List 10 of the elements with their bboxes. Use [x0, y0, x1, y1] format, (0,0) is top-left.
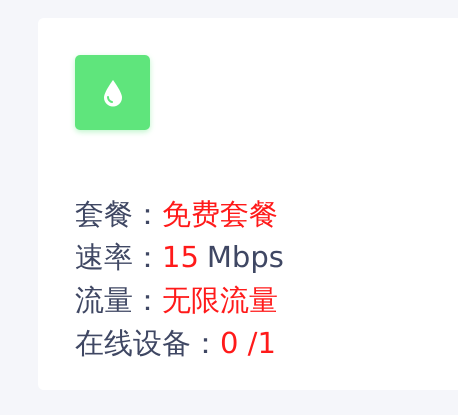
field-label: 套餐： — [75, 196, 162, 233]
droplet-icon — [75, 55, 150, 130]
field-value: 免费套餐 — [162, 196, 278, 233]
field-value: 15 — [162, 239, 199, 276]
field-value: 0 /1 — [220, 325, 276, 362]
field-label: 流量： — [75, 282, 162, 319]
field-label: 在线设备： — [75, 325, 220, 362]
field-label: 速率： — [75, 239, 162, 276]
unit-text: Mbps — [206, 239, 284, 276]
field-value: 无限流量 — [162, 282, 278, 319]
